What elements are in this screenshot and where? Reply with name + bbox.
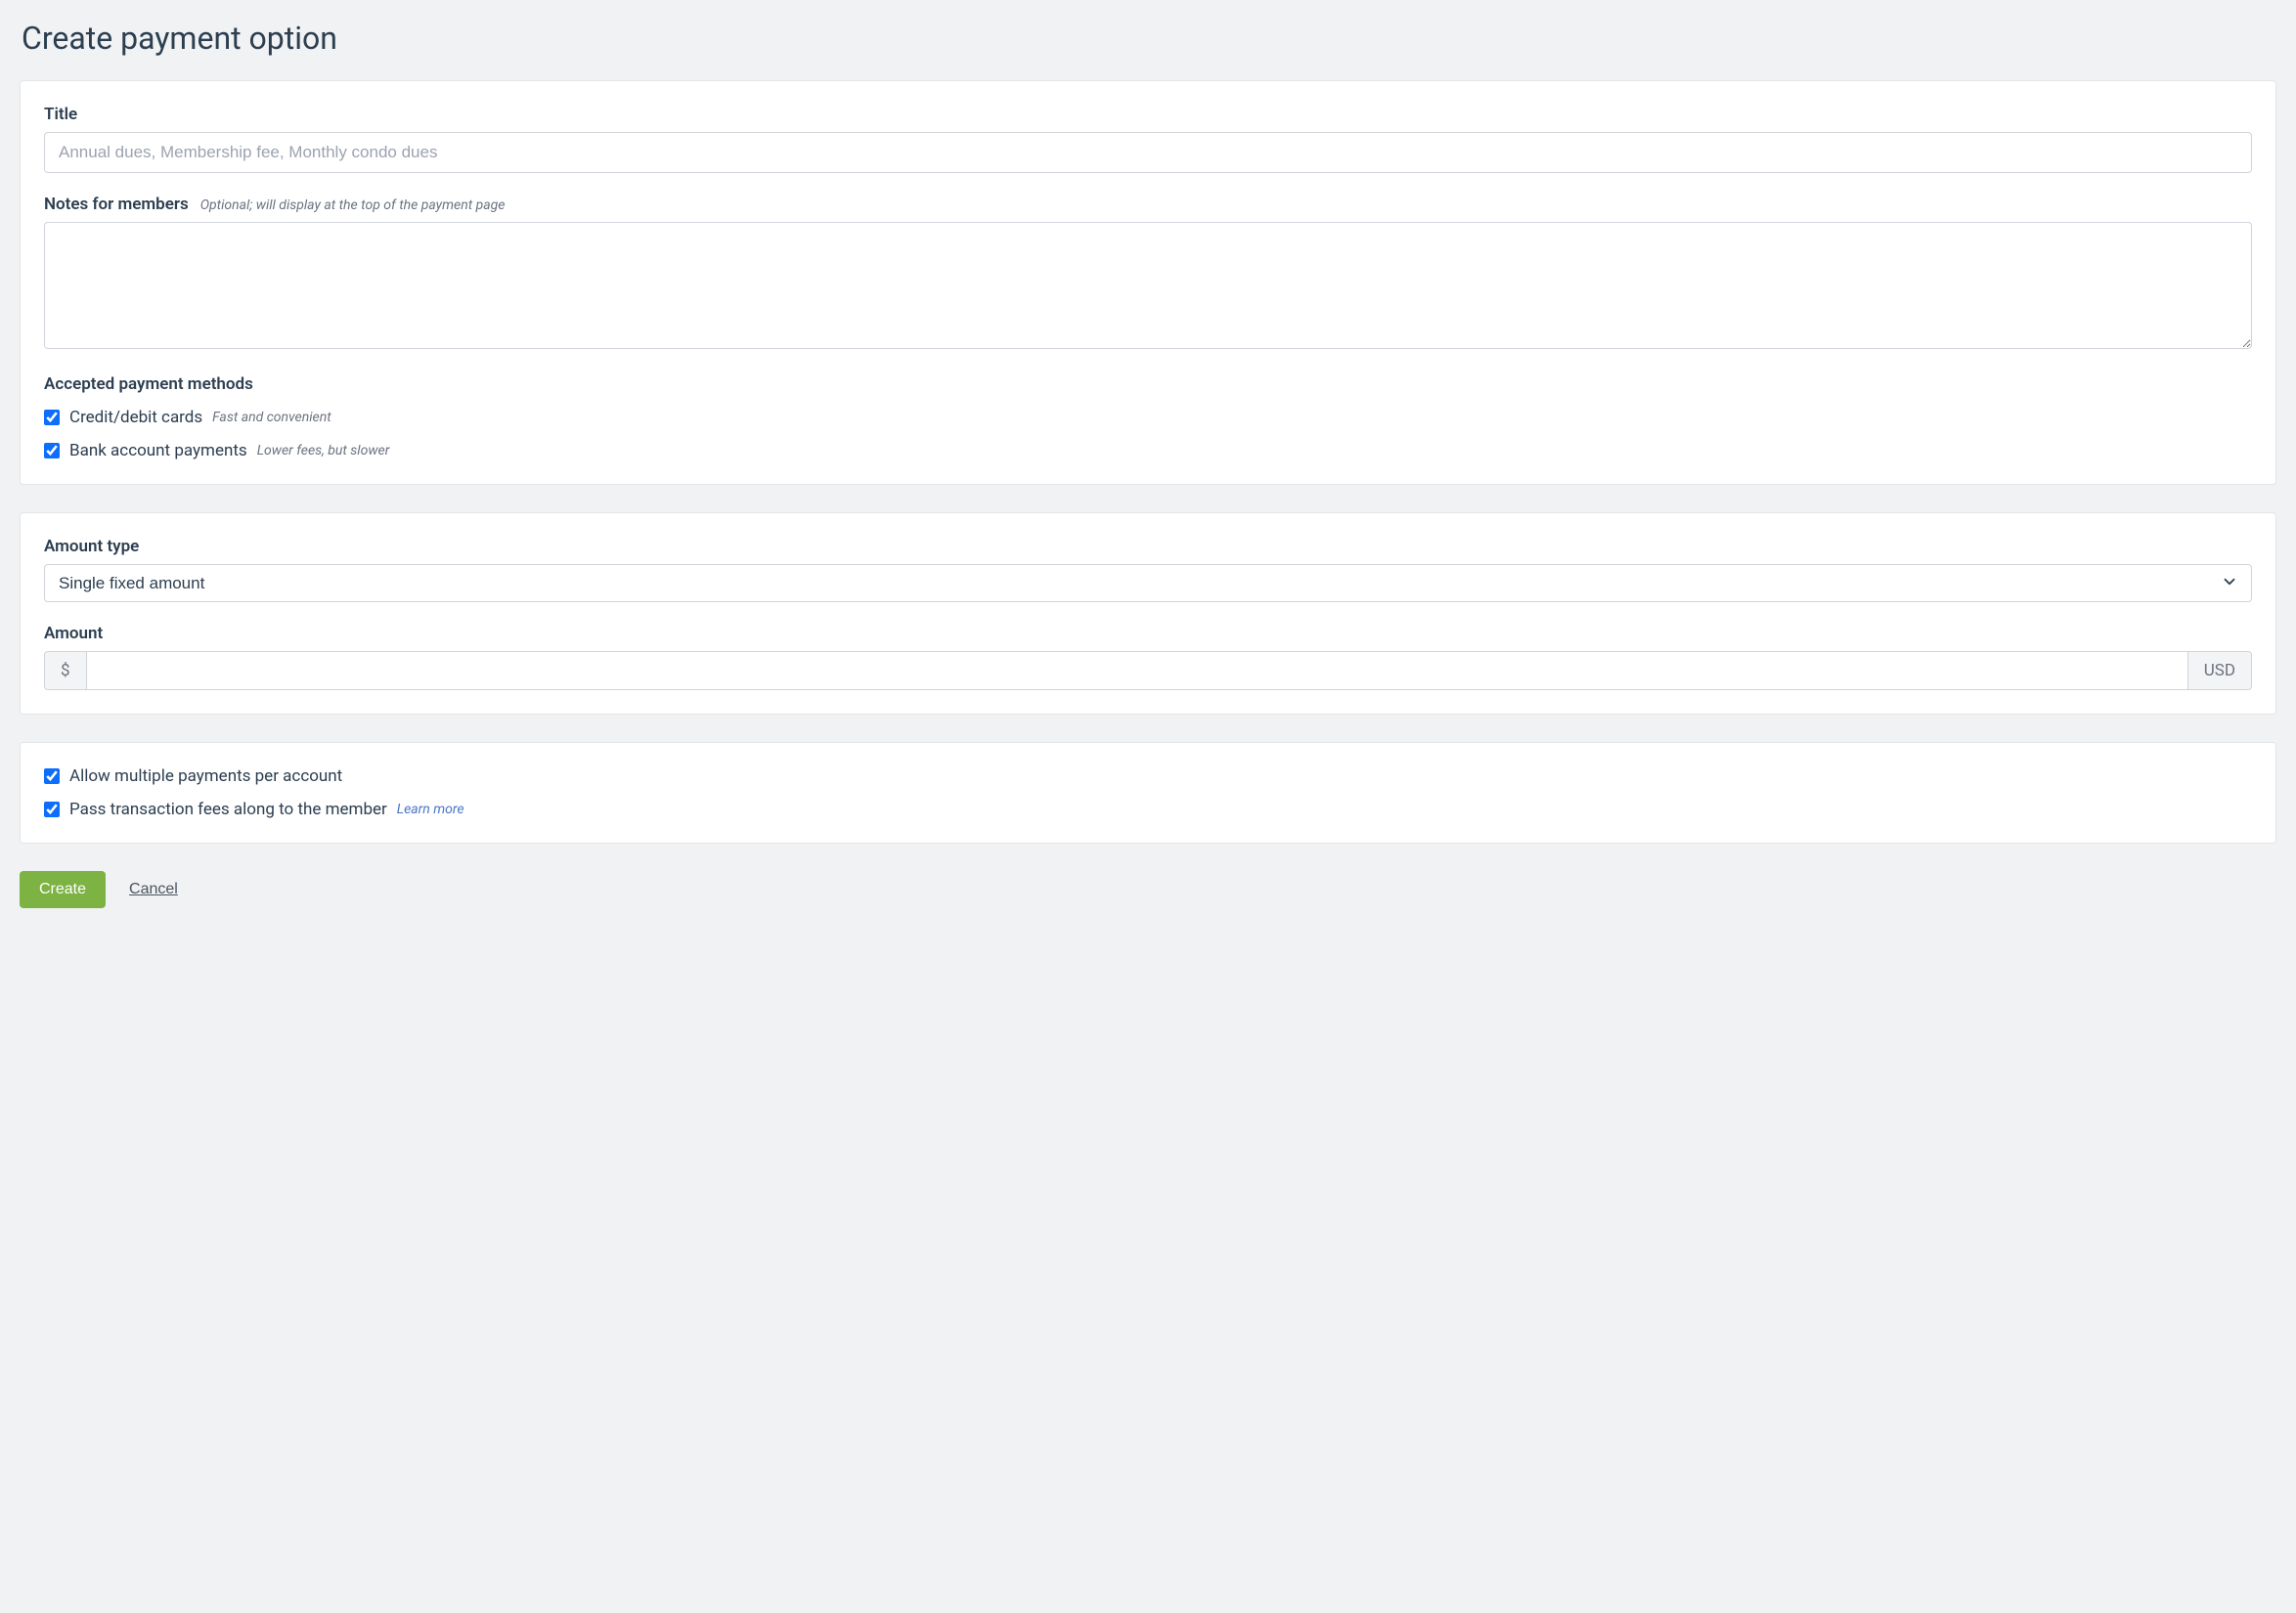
amount-type-select[interactable]: Single fixed amount <box>44 564 2252 602</box>
pass-fees-checkbox[interactable] <box>44 802 60 817</box>
amount-type-group: Amount type Single fixed amount <box>44 537 2252 602</box>
amount-input[interactable] <box>86 651 2188 690</box>
amount-card: Amount type Single fixed amount Amount $… <box>20 512 2276 715</box>
title-field-group: Title <box>44 105 2252 173</box>
notes-hint: Optional; will display at the top of the… <box>200 197 506 213</box>
create-button[interactable]: Create <box>20 871 106 908</box>
action-bar: Create Cancel <box>20 871 2276 908</box>
amount-label: Amount <box>44 624 103 643</box>
bank-checkbox-note: Lower fees, but slower <box>257 443 390 458</box>
notes-textarea[interactable] <box>44 222 2252 349</box>
title-input[interactable] <box>44 132 2252 173</box>
options-card: Allow multiple payments per account Pass… <box>20 742 2276 844</box>
card-checkbox-note: Fast and convenient <box>212 410 331 425</box>
cancel-button[interactable]: Cancel <box>129 881 178 898</box>
page-title: Create payment option <box>22 20 2276 57</box>
amount-group: Amount $ USD <box>44 624 2252 690</box>
pass-fees-checkbox-row: Pass transaction fees along to the membe… <box>44 800 2252 819</box>
bank-checkbox-label: Bank account payments <box>69 441 247 460</box>
amount-suffix: USD <box>2188 651 2252 690</box>
notes-label: Notes for members <box>44 195 189 214</box>
amount-type-select-wrapper: Single fixed amount <box>44 564 2252 602</box>
payment-methods-header: Accepted payment methods <box>44 374 2252 394</box>
multiple-checkbox-row: Allow multiple payments per account <box>44 766 2252 786</box>
card-checkbox[interactable] <box>44 410 60 425</box>
amount-prefix: $ <box>44 651 86 690</box>
title-label: Title <box>44 105 77 124</box>
card-checkbox-label: Credit/debit cards <box>69 408 202 427</box>
payment-methods-group: Accepted payment methods Credit/debit ca… <box>44 374 2252 460</box>
bank-checkbox[interactable] <box>44 443 60 458</box>
details-card: Title Notes for members Optional; will d… <box>20 80 2276 485</box>
learn-more-link[interactable]: Learn more <box>397 802 464 817</box>
bank-checkbox-row: Bank account payments Lower fees, but sl… <box>44 441 2252 460</box>
pass-fees-checkbox-label: Pass transaction fees along to the membe… <box>69 800 387 819</box>
card-checkbox-row: Credit/debit cards Fast and convenient <box>44 408 2252 427</box>
amount-type-label: Amount type <box>44 537 139 556</box>
multiple-checkbox-label: Allow multiple payments per account <box>69 766 342 786</box>
multiple-checkbox[interactable] <box>44 768 60 784</box>
notes-field-group: Notes for members Optional; will display… <box>44 195 2252 353</box>
amount-input-group: $ USD <box>44 651 2252 690</box>
